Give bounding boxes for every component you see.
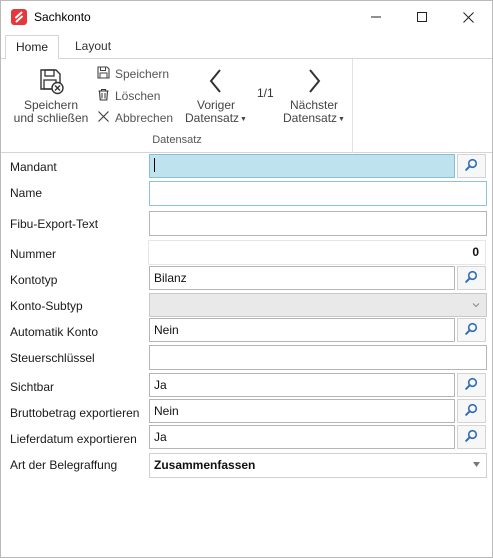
name-label: Name bbox=[10, 186, 43, 200]
record-count: 1/1 bbox=[257, 86, 274, 100]
chevron-right-icon bbox=[300, 67, 328, 95]
app-logo-icon bbox=[11, 9, 27, 25]
chevron-left-icon bbox=[202, 67, 230, 95]
sichtbar-lookup-button[interactable] bbox=[457, 373, 486, 397]
x-icon bbox=[97, 110, 115, 126]
row-automatik-konto: Automatik Konto Nein bbox=[1, 318, 492, 344]
dropdown-arrow-icon: ▼ bbox=[240, 116, 247, 123]
mandant-label: Mandant bbox=[10, 160, 57, 174]
cancel-button[interactable]: Abbrechen bbox=[97, 109, 173, 127]
previous-record-label-2: Datensatz bbox=[185, 111, 240, 125]
row-fibu-export-text: Fibu-Export-Text bbox=[1, 211, 492, 237]
mandant-lookup-button[interactable] bbox=[457, 154, 486, 178]
kontotyp-input[interactable]: Bilanz bbox=[149, 266, 455, 290]
name-input[interactable] bbox=[149, 181, 487, 206]
automatik-konto-lookup-button[interactable] bbox=[457, 318, 486, 342]
row-mandant: Mandant bbox=[1, 153, 492, 179]
chevron-down-icon bbox=[472, 294, 480, 316]
text-cursor bbox=[154, 158, 155, 172]
art-der-belegraffung-select[interactable]: Zusammenfassen bbox=[149, 453, 487, 478]
close-icon bbox=[462, 11, 474, 23]
ribbon-group-datensatz: Speichern und schließen Speichern Lösche… bbox=[1, 59, 353, 153]
fibu-export-text-input[interactable] bbox=[149, 211, 487, 236]
nummer-label: Nummer bbox=[10, 247, 57, 261]
row-lieferdatum-exportieren: Lieferdatum exportieren Ja bbox=[1, 425, 492, 451]
minimize-icon bbox=[371, 12, 381, 22]
sichtbar-label: Sichtbar bbox=[10, 380, 55, 394]
kontotyp-label: Kontotyp bbox=[10, 273, 58, 287]
close-button[interactable] bbox=[445, 1, 491, 33]
steuerschluessel-input[interactable] bbox=[149, 345, 487, 370]
save-label: Speichern bbox=[115, 67, 170, 81]
ribbon: Speichern und schließen Speichern Lösche… bbox=[1, 59, 492, 153]
trash-icon bbox=[97, 88, 115, 104]
kontotyp-lookup-button[interactable] bbox=[457, 266, 486, 290]
save-close-icon bbox=[37, 67, 65, 95]
sichtbar-input[interactable]: Ja bbox=[149, 373, 455, 397]
steuerschluessel-label: Steuerschlüssel bbox=[10, 351, 95, 365]
row-steuerschluessel: Steuerschlüssel bbox=[1, 345, 492, 371]
search-icon bbox=[465, 270, 478, 286]
next-record-label-2: Datensatz bbox=[283, 111, 338, 125]
floppy-disk-icon bbox=[97, 66, 115, 82]
ribbon-tabs: Home Layout bbox=[1, 35, 492, 60]
delete-label: Löschen bbox=[115, 89, 161, 103]
search-icon bbox=[465, 403, 478, 419]
dropdown-arrow-icon bbox=[473, 454, 480, 476]
row-sichtbar: Sichtbar Ja bbox=[1, 373, 492, 399]
ribbon-group-label: Datensatz bbox=[152, 134, 202, 146]
nummer-input[interactable]: 0 bbox=[148, 240, 486, 265]
maximize-button[interactable] bbox=[399, 1, 445, 33]
lieferdatum-exportieren-input[interactable]: Ja bbox=[149, 425, 455, 449]
bruttobetrag-exportieren-input[interactable]: Nein bbox=[149, 399, 455, 423]
tab-layout[interactable]: Layout bbox=[65, 35, 121, 59]
search-icon bbox=[465, 158, 478, 174]
konto-subtyp-select[interactable] bbox=[149, 293, 487, 317]
search-icon bbox=[465, 429, 478, 445]
automatik-konto-input[interactable]: Nein bbox=[149, 318, 455, 342]
lieferdatum-exportieren-lookup-button[interactable] bbox=[457, 425, 486, 449]
maximize-icon bbox=[417, 12, 427, 22]
fibu-export-text-label: Fibu-Export-Text bbox=[10, 217, 99, 231]
cancel-label: Abbrechen bbox=[115, 111, 174, 125]
window-title: Sachkonto bbox=[34, 10, 91, 24]
row-nummer: Nummer 0 bbox=[1, 239, 492, 265]
art-der-belegraffung-label: Art der Belegraffung bbox=[10, 458, 118, 472]
bruttobetrag-exportieren-lookup-button[interactable] bbox=[457, 399, 486, 423]
row-kontotyp: Kontotyp Bilanz bbox=[1, 266, 492, 292]
sachkonto-window: Sachkonto Home Layout Speichern und schl… bbox=[0, 0, 493, 558]
tab-home[interactable]: Home bbox=[5, 35, 60, 60]
row-konto-subtyp: Konto-Subtyp bbox=[1, 292, 492, 318]
save-button[interactable]: Speichern bbox=[97, 65, 169, 83]
row-name: Name bbox=[1, 181, 492, 207]
delete-button[interactable]: Löschen bbox=[97, 87, 160, 105]
previous-record-button[interactable]: Voriger Datensatz▼ bbox=[181, 67, 251, 126]
bruttobetrag-exportieren-label: Bruttobetrag exportieren bbox=[10, 406, 140, 420]
next-record-button[interactable]: Nächster Datensatz▼ bbox=[279, 67, 349, 126]
row-bruttobetrag-exportieren: Bruttobetrag exportieren Nein bbox=[1, 399, 492, 425]
minimize-button[interactable] bbox=[353, 1, 399, 33]
mandant-input[interactable] bbox=[149, 154, 455, 178]
konto-subtyp-label: Konto-Subtyp bbox=[10, 299, 83, 313]
automatik-konto-label: Automatik Konto bbox=[10, 325, 99, 339]
lieferdatum-exportieren-label: Lieferdatum exportieren bbox=[10, 432, 137, 446]
row-art-der-belegraffung: Art der Belegraffung Zusammenfassen bbox=[1, 452, 492, 478]
dropdown-arrow-icon: ▼ bbox=[338, 116, 345, 123]
search-icon bbox=[465, 322, 478, 338]
search-icon bbox=[465, 377, 478, 393]
title-bar: Sachkonto bbox=[1, 1, 492, 33]
save-and-close-button[interactable]: Speichern und schließen bbox=[9, 67, 93, 125]
save-and-close-label-2: und schließen bbox=[13, 111, 89, 125]
